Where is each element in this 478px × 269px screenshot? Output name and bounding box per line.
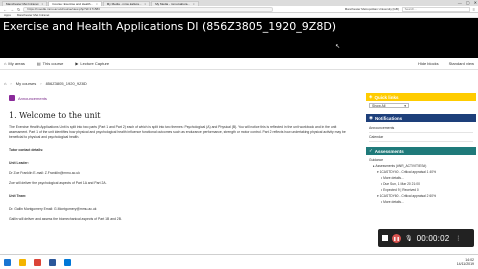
unit-team-heading: Unit Team:: [9, 194, 27, 198]
tree-label: 1CASTDY60 - Critical appraisal 2 60%: [379, 194, 437, 198]
assessments-body: Guidance ▸ Assessments (#NR_ACTIVITIES#)…: [366, 155, 476, 207]
window-controls: — ▢ ✕: [458, 0, 477, 5]
block-title: Quick links: [374, 94, 399, 100]
word-icon[interactable]: [49, 258, 56, 266]
home-icon[interactable]: ⌂: [4, 81, 6, 86]
url-field[interactable]: https://moodle.mmu.ac.uk/course/view.php…: [23, 6, 274, 12]
recording-timer: 00:00:02: [416, 233, 450, 243]
chrome-icon[interactable]: [34, 258, 41, 266]
block-title: Notifications: [374, 115, 403, 121]
microphone-icon[interactable]: 🎙: [405, 235, 413, 242]
clock-date: 14/11/2019: [456, 262, 474, 266]
assessments-header[interactable]: ✓ Assessments: [366, 147, 476, 155]
announcements-link[interactable]: Announcements: [9, 95, 351, 101]
taskbar: 14:02 14/11/2019: [0, 254, 478, 269]
checklist-icon: ✓: [369, 148, 373, 153]
intro-paragraph: The Exercise Health Applications Unit is…: [9, 125, 346, 139]
section-title: 1. Welcome to the unit: [9, 111, 101, 120]
tree-label: Assessments (#NR_ACTIVITIES#): [375, 164, 427, 168]
assessment-detail[interactable]: • More details...: [369, 199, 473, 205]
notifications-body: Announcements Calendar: [366, 122, 476, 144]
announcements-label: Announcements: [18, 95, 47, 101]
tree-label: Due Sun, 1 Mar 20 21:00: [383, 182, 420, 186]
reload-icon[interactable]: ↻: [17, 7, 20, 12]
menu-icon[interactable]: ≡: [473, 7, 475, 12]
windows-start-icon[interactable]: [4, 258, 11, 266]
stop-icon[interactable]: [382, 235, 388, 241]
site-identity[interactable]: Manchester Metropolitan University [GB]: [345, 7, 399, 11]
unit-team-contact: Dr. Gallin Montgomery Email: G.Montgomer…: [9, 207, 97, 211]
nav-my-areas[interactable]: ⌂ My areas: [4, 61, 25, 66]
nav-this-course[interactable]: ▤ This course: [37, 61, 63, 66]
lecture-capture-icon: ▶: [75, 61, 79, 66]
standard-view-button[interactable]: Standard view: [449, 61, 474, 66]
breadcrumb-course[interactable]: 856Z3805_1920_9Z8D: [46, 81, 87, 86]
hide-blocks-button[interactable]: Hide blocks: [418, 61, 439, 66]
notification-calendar[interactable]: Calendar: [369, 133, 473, 142]
nav-label: This course: [42, 61, 64, 66]
breadcrumb-separator: ›: [10, 81, 12, 86]
home-icon: ⌂: [4, 61, 7, 66]
chevron-down-icon: ▾: [404, 103, 406, 108]
back-icon[interactable]: ←: [3, 7, 7, 12]
outlook-icon[interactable]: [64, 258, 71, 266]
notification-announcements[interactable]: Announcements: [369, 124, 473, 133]
tutor-heading: Tutor contact details:: [9, 148, 44, 152]
nav-lecture-capture[interactable]: ▶ Lecture Capture: [75, 61, 109, 66]
unit-leader-contact: Dr Zoe Franklin E-mail: Z.Franklin@mmu.a…: [9, 171, 80, 175]
main-content: Announcements 1. Welcome to the unit The…: [9, 95, 351, 269]
screen-recorder-bar: ❚❚ 🎙 00:00:02 ⋮: [378, 229, 474, 247]
select-value: Show All: [372, 103, 386, 108]
nav-label: My areas: [8, 61, 25, 66]
breadcrumb-my-courses[interactable]: My courses: [16, 81, 36, 86]
mouse-cursor-icon: ↖: [335, 44, 341, 50]
unit-leader-note: Zoe will deliver the psychological aspec…: [9, 181, 107, 185]
tree-label: More details...: [383, 176, 404, 180]
tree-label: Expected 9 | Received 0: [383, 188, 419, 192]
file-explorer-icon[interactable]: [19, 258, 26, 266]
close-window-icon[interactable]: ✕: [474, 0, 477, 5]
more-icon[interactable]: ⋮: [455, 235, 461, 242]
bookmark-apps[interactable]: Apps: [4, 13, 11, 17]
search-input[interactable]: Search...: [401, 6, 470, 12]
secnav-right: Hide blocks Standard view: [418, 61, 474, 66]
breadcrumb-separator: ›: [40, 81, 42, 86]
nav-label: Lecture Capture: [80, 61, 110, 66]
bell-icon: ◉: [369, 115, 373, 120]
address-bar: ← → ↻ https://moodle.mmu.ac.uk/course/vi…: [0, 6, 478, 13]
unit-leader-heading: Unit Leader:: [9, 161, 29, 165]
course-title: Exercise and Health Applications DI (856…: [3, 20, 337, 33]
bookmark-intranet[interactable]: Manchester Met Intranet: [17, 13, 50, 17]
course-icon: ▤: [36, 61, 41, 66]
secondary-nav: ⌂ My areas ▤ This course ▶ Lecture Captu…: [0, 58, 478, 70]
quick-links-body: Show All ▾: [366, 101, 476, 110]
block-region: ◈ Quick links Show All ▾ ◉ Notifications…: [366, 93, 476, 207]
pause-icon[interactable]: ❚❚: [392, 233, 401, 243]
quick-links-header[interactable]: ◈ Quick links: [366, 93, 476, 101]
link-icon: ◈: [369, 94, 373, 99]
notifications-header[interactable]: ◉ Notifications: [366, 114, 476, 122]
breadcrumb: ⌂ › My courses › 856Z3805_1920_9Z8D: [4, 81, 87, 86]
tree-label: More details...: [383, 200, 404, 204]
block-title: Assessments: [374, 148, 404, 154]
system-clock[interactable]: 14:02 14/11/2019: [457, 258, 474, 266]
quick-links-select[interactable]: Show All ▾: [369, 103, 409, 108]
unit-team-note: Gallin will deliver and assess the biome…: [9, 217, 122, 221]
forward-icon[interactable]: →: [10, 7, 14, 12]
tree-label: 1CASTDY40 - Critical appraisal 1 40%: [379, 170, 437, 174]
maximize-icon[interactable]: ▢: [466, 0, 470, 5]
minimize-icon[interactable]: —: [458, 0, 462, 5]
forum-icon: [9, 95, 15, 101]
